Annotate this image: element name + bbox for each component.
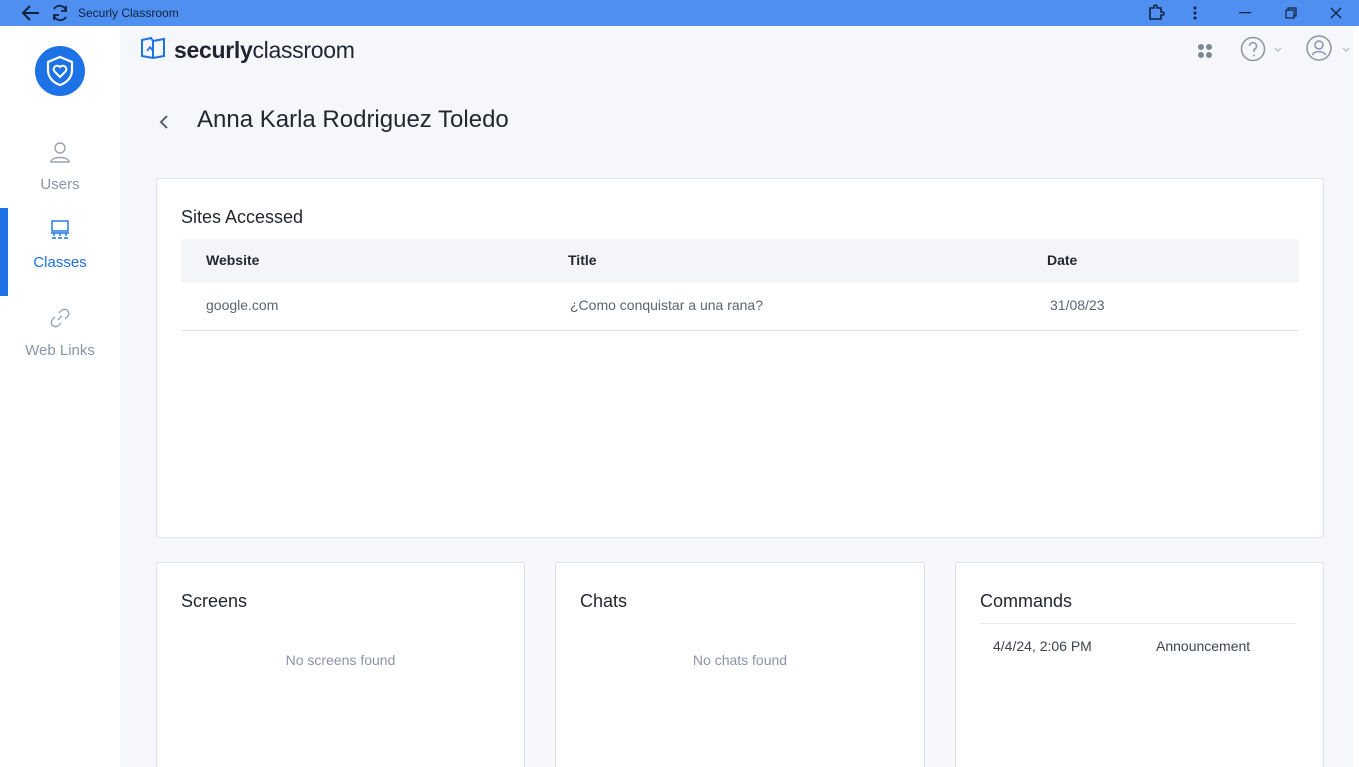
cell-date: 31/08/23 [1050,297,1105,313]
chats-card: Chats No chats found [555,562,925,767]
brand-logo[interactable]: securlyclassroom [140,36,355,65]
sidebar-item-web-links[interactable]: Web Links [0,296,120,384]
page-scrollbar[interactable] [1353,26,1359,767]
window-titlebar: Securly Classroom [0,0,1359,26]
brand-name-light: classroom [252,37,355,63]
sidebar-item-label: Web Links [25,342,95,359]
sidebar-item-label: Classes [33,254,87,271]
table-header: Website Title Date [181,239,1299,283]
column-header-website: Website [206,252,260,268]
classes-icon [48,218,72,242]
sidebar: Users Classes Web Links [0,26,120,767]
refresh-icon[interactable] [48,0,72,26]
close-icon[interactable] [1324,0,1348,26]
more-menu-icon[interactable] [1184,0,1206,26]
link-icon [48,306,72,330]
brand-name-bold: securly [174,37,253,63]
page-title: Anna Karla Rodriguez Toledo [197,106,509,133]
screens-card: Screens No screens found [156,562,525,767]
apps-grid-icon[interactable] [1196,42,1214,65]
column-header-date: Date [1047,252,1078,268]
card-title: Commands [980,591,1073,611]
empty-state-text: No screens found [285,652,396,668]
table-row: google.com ¿Como conquistar a una rana? … [181,283,1299,331]
window-title: Securly Classroom [78,6,179,20]
card-title: Sites Accessed [181,207,304,227]
back-chevron-icon[interactable] [155,110,173,134]
back-arrow-icon[interactable] [18,0,44,26]
commands-card: Commands 4/4/24, 2:06 PM Announcement [955,562,1324,767]
book-logo-icon [140,36,166,65]
command-time: 4/4/24, 2:06 PM [993,638,1092,654]
command-type: Announcement [1156,638,1251,654]
shield-logo-icon[interactable] [35,46,85,96]
account-icon[interactable] [1305,34,1355,67]
list-item: 4/4/24, 2:06 PM Announcement [980,623,1296,667]
card-title: Chats [580,591,628,611]
sites-accessed-card: Sites Accessed Website Title Date google… [156,178,1324,538]
sidebar-item-label: Users [40,176,80,193]
card-title: Screens [181,591,248,611]
sidebar-item-users[interactable]: Users [0,130,120,218]
help-icon[interactable] [1240,36,1286,67]
user-icon [48,140,72,164]
column-header-title: Title [568,252,597,268]
sidebar-item-classes[interactable]: Classes [0,208,120,296]
cell-website: google.com [206,297,279,313]
cell-title: ¿Como conquistar a una rana? [570,297,763,313]
extension-icon[interactable] [1144,0,1168,26]
minimize-icon[interactable] [1233,0,1257,26]
restore-icon[interactable] [1279,0,1303,26]
empty-state-text: No chats found [692,652,788,668]
